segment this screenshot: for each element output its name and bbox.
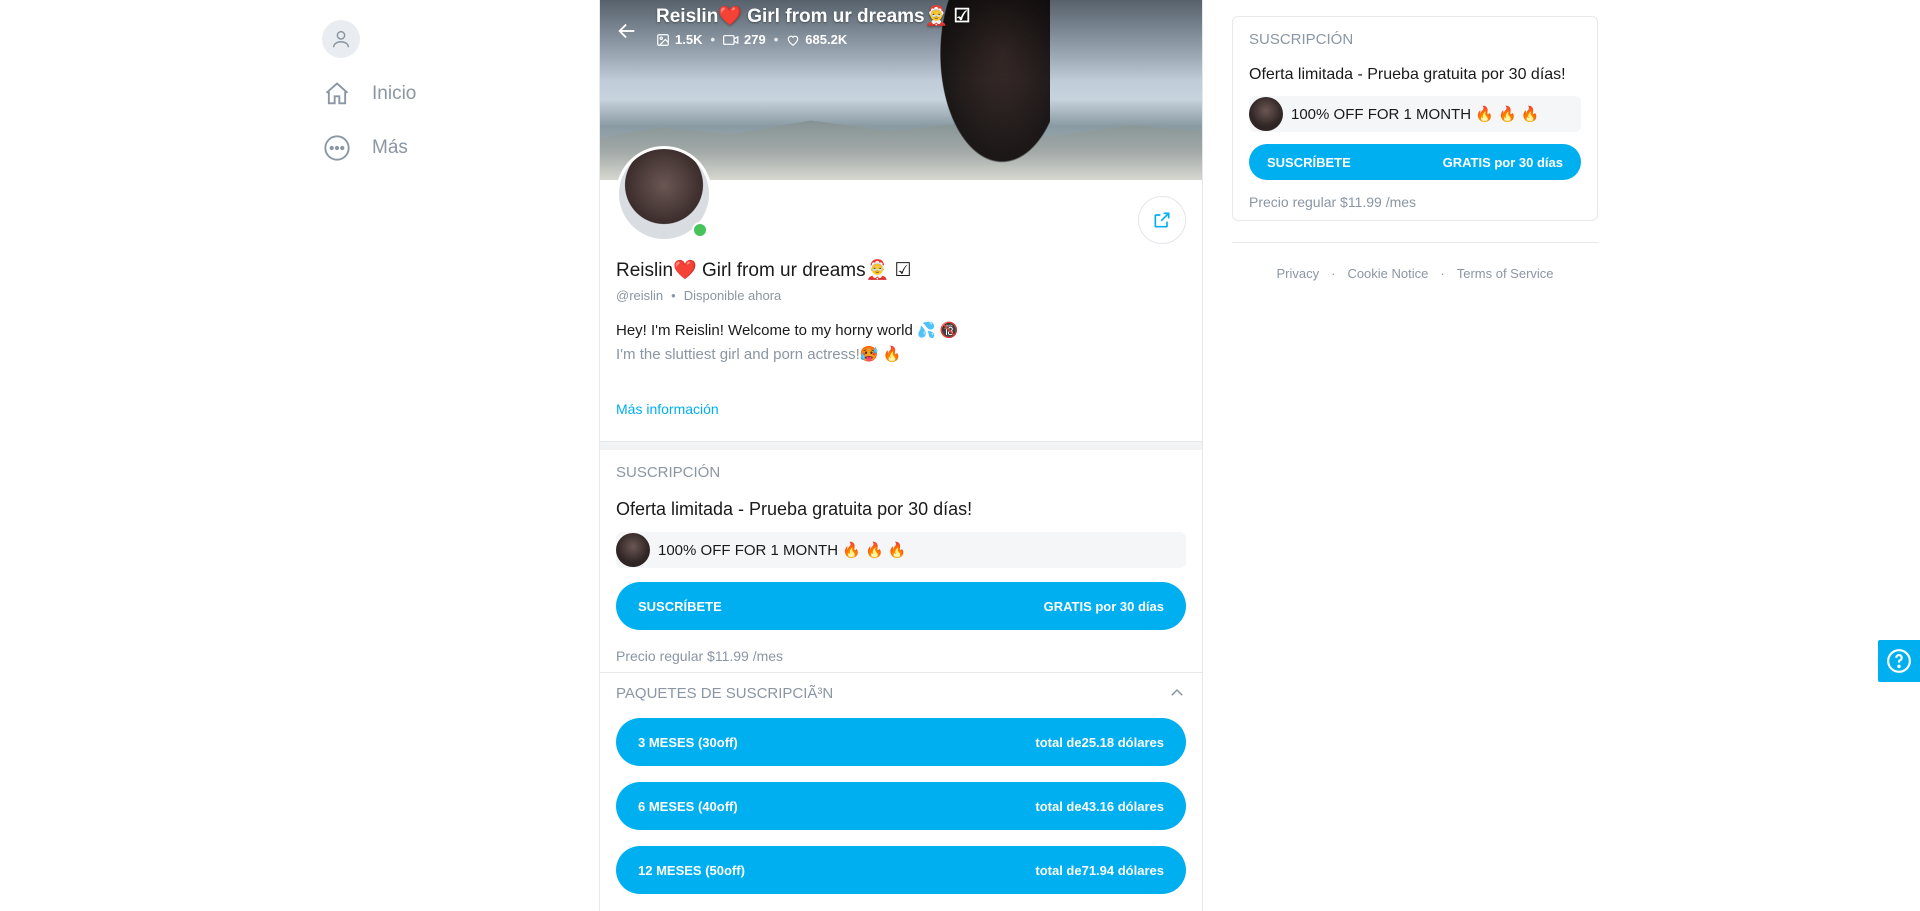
- offer-row: 100% OFF FOR 1 MONTH 🔥 🔥 🔥: [1249, 96, 1581, 132]
- video-icon: [723, 34, 739, 45]
- sidebar-item-inicio[interactable]: Inicio: [322, 76, 562, 112]
- bundles-header[interactable]: PAQUETES DE SUSCRIPCIÃ³N: [616, 684, 1186, 702]
- likes-stat: 685.2K: [786, 32, 847, 47]
- help-icon: [1887, 649, 1911, 673]
- footer-links: Privacy · Cookie Notice · Terms of Servi…: [1276, 266, 1554, 281]
- sidebar-item-label: Más: [372, 137, 408, 158]
- subscription-card-right: SUSCRIPCIÓN Oferta limitada - Prueba gra…: [1232, 16, 1598, 221]
- cover-header: Reislin❤️ Girl from ur dreams🤶 ☑ 1.5K • …: [616, 6, 971, 47]
- offer-text: 100% OFF FOR 1 MONTH 🔥 🔥 🔥: [658, 542, 907, 559]
- heart-icon: [788, 35, 799, 46]
- offer-avatar: [1249, 97, 1283, 131]
- online-status-dot: [692, 222, 708, 238]
- offer-avatar: [616, 533, 650, 567]
- share-icon: [1154, 212, 1170, 228]
- offer-text: 100% OFF FOR 1 MONTH 🔥 🔥 🔥: [1291, 106, 1540, 123]
- divider: [600, 441, 1202, 450]
- user-avatar-icon[interactable]: [322, 20, 360, 58]
- image-icon: [657, 33, 669, 46]
- bundle-button-3m[interactable]: 3 MESES (30off) total de25.18 dólares: [616, 718, 1186, 766]
- videos-stat: 279: [723, 32, 766, 47]
- back-arrow-icon[interactable]: [616, 20, 640, 44]
- bio-line-1: Hey! I'm Reislin! Welcome to my horny wo…: [616, 322, 959, 339]
- regular-price: Precio regular $11.99 /mes: [1249, 194, 1417, 210]
- share-button[interactable]: [1138, 196, 1186, 244]
- regular-price: Precio regular $11.99 /mes: [616, 648, 784, 664]
- subscription-section: SUSCRIPCIÓN Oferta limitada - Prueba gra…: [616, 464, 1186, 664]
- left-sidebar: Inicio Más: [322, 20, 562, 166]
- bio-line-2: I'm the sluttiest girl and porn actress!…: [616, 346, 902, 363]
- divider: [1232, 242, 1598, 243]
- profile-handle: @reislin: [616, 288, 664, 303]
- profile-info: Reislin❤️ Girl from ur dreams🤶 ☑ @reisli…: [616, 260, 1186, 417]
- photos-stat: 1.5K: [656, 32, 702, 47]
- sidebar-item-mas[interactable]: Más: [322, 130, 562, 166]
- profile-status: Disponible ahora: [683, 288, 782, 303]
- help-button[interactable]: [1878, 640, 1920, 682]
- cover-stats: 1.5K • 279 • 685.2K: [656, 32, 971, 47]
- subscription-label: SUSCRIPCIÓN: [1249, 31, 1354, 48]
- subscribe-button[interactable]: SUSCRÍBETE GRATIS por 30 días: [1249, 144, 1581, 180]
- profile-name: Reislin❤️ Girl from ur dreams🤶 ☑: [616, 260, 912, 281]
- bundles-section: PAQUETES DE SUSCRIPCIÃ³N 3 MESES (30off)…: [616, 684, 1186, 894]
- bundles-label: PAQUETES DE SUSCRIPCIÃ³N: [616, 684, 834, 702]
- privacy-link[interactable]: Privacy: [1276, 266, 1319, 281]
- offer-title: Oferta limitada - Prueba gratuita por 30…: [1249, 66, 1566, 83]
- subscription-label: SUSCRIPCIÓN: [616, 464, 721, 481]
- cover-title: Reislin❤️ Girl from ur dreams🤶 ☑: [656, 6, 971, 27]
- bundle-button-12m[interactable]: 12 MESES (50off) total de71.94 dólares: [616, 846, 1186, 894]
- more-icon: [322, 133, 352, 163]
- chevron-up-icon: [1171, 688, 1183, 696]
- offer-title: Oferta limitada - Prueba gratuita por 30…: [616, 499, 973, 519]
- home-icon: [322, 79, 352, 109]
- offer-row: 100% OFF FOR 1 MONTH 🔥 🔥 🔥: [616, 532, 1186, 568]
- subscribe-button[interactable]: SUSCRÍBETE GRATIS por 30 días: [616, 582, 1186, 630]
- profile-meta: @reislin • Disponible ahora: [616, 288, 782, 303]
- more-info-link[interactable]: Más información: [616, 401, 1186, 417]
- bundle-button-6m[interactable]: 6 MESES (40off) total de43.16 dólares: [616, 782, 1186, 830]
- terms-link[interactable]: Terms of Service: [1457, 266, 1554, 281]
- sidebar-item-label: Inicio: [372, 83, 417, 104]
- divider: [600, 672, 1202, 673]
- profile-main: Reislin❤️ Girl from ur dreams🤶 ☑ 1.5K • …: [599, 0, 1203, 911]
- cookie-notice-link[interactable]: Cookie Notice: [1347, 266, 1428, 281]
